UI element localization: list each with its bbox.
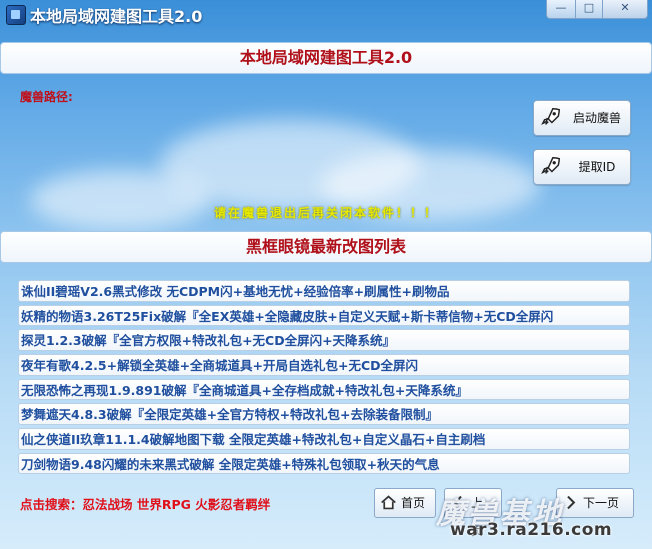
map-list: 诛仙II碧瑶V2.6黑式修改 无CDPM闪+基地无忧+经验倍率+刷属性+刷物品 … bbox=[18, 280, 630, 478]
fetch-id-button[interactable]: 提取ID bbox=[533, 149, 631, 185]
map-list-item[interactable]: 夜年有歌4.2.5+解锁全英雄+全商城道具+开局自选礼包+无CD全屏闪 bbox=[18, 354, 630, 376]
watermark-url: war3.ra216.com bbox=[450, 520, 613, 540]
map-list-item[interactable]: 探灵1.2.3破解『全官方权限+特改礼包+无CD全屏闪+天降系统』 bbox=[18, 329, 630, 351]
search-link[interactable]: 点击搜索：忍法战场 世界RPG 火影忍者羁绊 bbox=[20, 494, 270, 513]
map-list-item[interactable]: 仙之侠道II玖章11.1.4破解地图下载 全限定英雄+特改礼包+自定义晶石+自主… bbox=[18, 428, 630, 450]
warcraft-path-label: 魔兽路径: bbox=[20, 90, 73, 104]
map-list-item[interactable]: 刀剑物语9.48闪耀的未来黑式破解 全限定英雄+特殊礼包领取+秋天的气息 bbox=[18, 452, 630, 475]
map-list-item[interactable]: 梦舞遮天4.8.3破解『全限定英雄+全官方特权+特改礼包+去除装备限制』 bbox=[18, 403, 630, 425]
map-list-item[interactable]: 无限恐怖之再现1.9.891破解『全商城道具+全存档成就+特改礼包+天降系统』 bbox=[18, 378, 630, 401]
home-page-label: 首页 bbox=[401, 496, 426, 510]
app-banner: 本地局域网建图工具2.0 bbox=[0, 42, 652, 74]
title-bar: 本地局域网建图工具2.0 — □ ✕ bbox=[0, 0, 652, 28]
home-icon bbox=[381, 495, 396, 510]
background-cloud bbox=[30, 170, 210, 230]
site-watermark: 魔兽基地 war3.ra216.com bbox=[430, 492, 652, 548]
rocket-icon bbox=[541, 157, 560, 175]
maximize-button[interactable]: □ bbox=[575, 0, 603, 19]
rocket-icon bbox=[541, 108, 560, 126]
map-list-title: 黑框眼镜最新改图列表 bbox=[0, 231, 652, 263]
close-button[interactable]: ✕ bbox=[602, 0, 648, 19]
app-icon bbox=[6, 5, 26, 25]
start-warcraft-button[interactable]: 启动魔兽 bbox=[533, 100, 631, 136]
exit-warning-text: 请在魔兽退出后再关闭本软件！！！ bbox=[213, 206, 438, 220]
minimize-button[interactable]: — bbox=[546, 0, 576, 19]
window-title: 本地局域网建图工具2.0 bbox=[30, 7, 203, 26]
map-list-item[interactable]: 诛仙II碧瑶V2.6黑式修改 无CDPM闪+基地无忧+经验倍率+刷属性+刷物品 bbox=[18, 280, 630, 302]
start-warcraft-label: 启动魔兽 bbox=[572, 111, 621, 125]
map-list-item[interactable]: 妖精的物语3.26T25Fix破解『全EX英雄+全隐藏皮肤+自定义天赋+斯卡蒂信… bbox=[18, 304, 630, 327]
fetch-id-label: 提取ID bbox=[578, 160, 616, 174]
home-page-button[interactable]: 首页 bbox=[374, 488, 436, 518]
